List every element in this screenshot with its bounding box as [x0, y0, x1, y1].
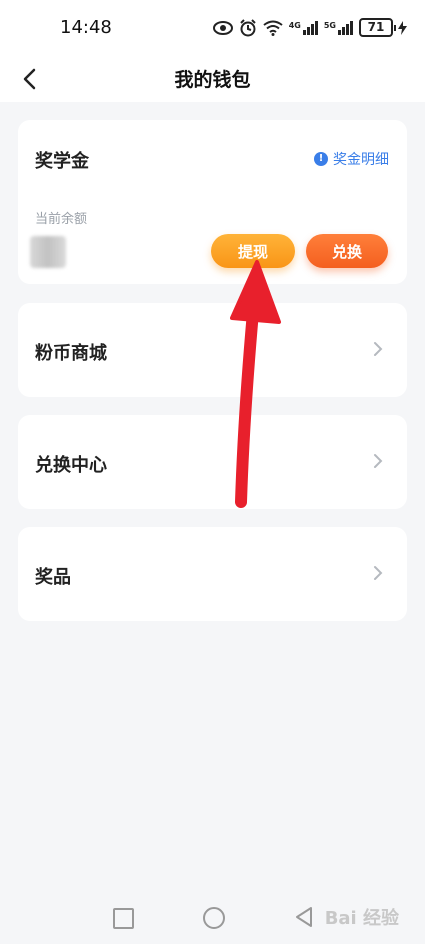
info-icon: ! — [314, 152, 328, 166]
balance-value-blurred — [30, 236, 66, 268]
page-title: 我的钱包 — [174, 69, 251, 91]
menu-item-exchange-center[interactable]: 兑换中心 — [18, 415, 407, 509]
battery-level: 71 — [359, 18, 393, 37]
nav-bar: 我的钱包 — [0, 56, 425, 102]
status-time: 14:48 — [60, 17, 112, 38]
battery-icon: 71 — [359, 18, 407, 37]
bonus-detail-link[interactable]: ! 奖金明细 — [314, 149, 389, 169]
scholarship-card: 奖学金 ! 奖金明细 当前余额 提现 兑换 — [18, 120, 407, 284]
wifi-icon — [263, 20, 283, 36]
exchange-button[interactable]: 兑换 — [306, 234, 388, 268]
system-nav-bar: Bai 经验 — [0, 894, 425, 944]
menu-item-label: 奖品 — [35, 567, 71, 588]
status-bar: 14:48 4G 5G 71 — [0, 0, 425, 56]
chevron-right-icon — [374, 566, 383, 580]
signal-4g-icon: 4G — [288, 20, 318, 35]
watermark: Bai 经验 — [324, 908, 399, 929]
menu-item-label: 粉币商城 — [35, 343, 107, 364]
bonus-detail-label: 奖金明细 — [333, 152, 389, 168]
network-type-label: 4G — [288, 20, 301, 30]
recent-apps-button[interactable] — [113, 908, 134, 929]
menu-item-prizes[interactable]: 奖品 — [18, 527, 407, 621]
back-triangle-icon[interactable] — [294, 906, 314, 928]
signal-5g-icon: 5G — [323, 20, 353, 35]
scholarship-title: 奖学金 — [35, 151, 89, 172]
network-type-label: 5G — [323, 20, 336, 30]
status-icons: 4G 5G 71 — [212, 18, 407, 37]
menu-item-fan-coin-mall[interactable]: 粉币商城 — [18, 303, 407, 397]
menu-item-label: 兑换中心 — [35, 455, 107, 476]
home-button[interactable] — [203, 907, 225, 929]
eye-icon — [212, 20, 233, 35]
chevron-right-icon — [374, 454, 383, 468]
alarm-icon — [240, 18, 256, 36]
balance-label: 当前余额 — [35, 212, 88, 227]
chevron-right-icon — [374, 342, 383, 356]
withdraw-button[interactable]: 提现 — [211, 234, 295, 268]
